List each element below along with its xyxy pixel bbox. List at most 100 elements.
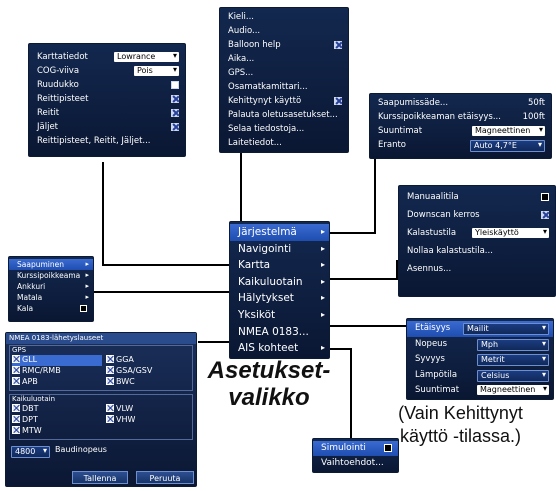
sonar-dbt-row[interactable]: DBT	[12, 404, 102, 415]
nopeus-row[interactable]: Nopeus Mph	[407, 337, 553, 353]
ruudukko-row[interactable]: Ruudukko	[29, 78, 185, 92]
dbt-checkbox[interactable]	[12, 404, 20, 412]
etaisyys-row[interactable]: Etäisyys Mailit	[407, 321, 553, 337]
lampotila-dropdown[interactable]: Celsius	[477, 369, 549, 382]
karttatiedot-row[interactable]: Karttatiedot Lowrance	[29, 50, 185, 64]
main-item-jarjestelma[interactable]: Järjestelmä ▸	[230, 224, 329, 241]
syvyys-dropdown[interactable]: Metrit	[477, 354, 549, 366]
sonar-vhw-row[interactable]: VHW	[106, 415, 192, 426]
reittipisteet-checkbox[interactable]	[171, 95, 179, 103]
gps-rmc-row[interactable]: RMC/RMB	[12, 366, 102, 377]
bwc-checkbox[interactable]	[106, 377, 114, 385]
reitit-checkbox[interactable]	[171, 109, 179, 117]
vlw-checkbox[interactable]	[106, 404, 114, 412]
karttatiedot-dropdown[interactable]: Lowrance	[114, 51, 179, 62]
kala-checkbox[interactable]	[80, 305, 87, 312]
alarm-item-saapuminen[interactable]: Saapuminen ▸	[9, 259, 93, 270]
sonar-dpt-row[interactable]: DPT	[12, 415, 102, 426]
sonar-mtw-row[interactable]: MTW	[12, 426, 102, 437]
gps-gga-row[interactable]: GGA	[106, 355, 192, 366]
apb-checkbox[interactable]	[12, 377, 20, 385]
downscan-checkbox[interactable]	[541, 211, 549, 219]
main-item-halytykset[interactable]: Hälytykset ▸	[230, 290, 329, 307]
eranto-row[interactable]: Eranto Auto 4,7°E	[370, 138, 551, 152]
system-item-kieli[interactable]: Kieli...	[220, 10, 348, 24]
nollaa-kalastustila-item[interactable]: Nollaa kalastustila...	[399, 242, 555, 260]
alarm-item-ankkuri[interactable]: Ankkuri ▸	[9, 281, 93, 292]
kurssipoikkeama-row[interactable]: Kurssipoikkeaman etäisyys... 100ft	[370, 110, 551, 124]
manuaalitila-checkbox[interactable]	[541, 193, 549, 201]
kalastustila-dropdown[interactable]: Yleiskäyttö	[472, 227, 549, 238]
gps-group: GPS GLL RMC/RMB APB GGA GSA/GSV BWC	[9, 345, 193, 391]
reittipisteet-reitit-jaljet-item[interactable]: Reittipisteet, Reitit, Jäljet...	[29, 134, 185, 148]
jaljet-checkbox[interactable]	[171, 123, 179, 131]
gps-bwc-row[interactable]: BWC	[106, 377, 192, 388]
asennus-item[interactable]: Asennus...	[399, 260, 555, 278]
main-item-navigointi[interactable]: Navigointi ▸	[230, 241, 329, 258]
main-item-ais[interactable]: AIS kohteet ▸	[230, 340, 329, 357]
jaljet-row[interactable]: Jäljet	[29, 120, 185, 134]
jaljet-label: Jäljet	[37, 122, 59, 132]
system-item-osamatkamittari[interactable]: Osamatkamittari...	[220, 80, 348, 94]
system-item-aika[interactable]: Aika...	[220, 52, 348, 66]
units-suuntimat-row[interactable]: Suuntimat Magneettinen	[407, 383, 553, 399]
gps-apb-row[interactable]: APB	[12, 377, 102, 388]
mtw-checkbox[interactable]	[12, 426, 20, 434]
syvyys-row[interactable]: Syvyys Metrit	[407, 352, 553, 368]
suuntimat-dropdown[interactable]: Magneettinen	[472, 126, 545, 136]
cancel-button[interactable]: Peruuta	[136, 471, 194, 484]
alarm-item-kurssipoikkeama[interactable]: Kurssipoikkeama ▸	[9, 270, 93, 281]
sonar-vlw-row[interactable]: VLW	[106, 404, 192, 415]
balloon-help-checkbox[interactable]	[334, 41, 342, 49]
etaisyys-label: Etäisyys	[415, 323, 451, 333]
save-button[interactable]: Tallenna	[72, 471, 128, 484]
etaisyys-dropdown[interactable]: Mailit	[463, 323, 549, 335]
lampotila-row[interactable]: Lämpötila Celsius	[407, 368, 553, 384]
cog-row[interactable]: COG-viiva Pois	[29, 64, 185, 78]
system-item-balloon-help[interactable]: Balloon help	[220, 38, 348, 52]
dpt-checkbox[interactable]	[12, 415, 20, 423]
gps-gll-row[interactable]: GLL	[12, 355, 102, 366]
reitit-row[interactable]: Reitit	[29, 106, 185, 120]
gll-checkbox[interactable]	[12, 355, 20, 363]
baud-dropdown[interactable]: 4800	[11, 446, 50, 458]
gsa-checkbox[interactable]	[106, 366, 114, 374]
system-item-laitetiedot[interactable]: Laitetiedot...	[220, 136, 348, 150]
caption-title-line1: Asetukset-	[207, 357, 331, 384]
rmc-checkbox[interactable]	[12, 366, 20, 374]
suuntimat-row[interactable]: Suuntimat Magneettinen	[370, 124, 551, 138]
main-item-yksikot[interactable]: Yksiköt ▸	[230, 307, 329, 324]
saapumissade-label: Saapumissäde...	[378, 98, 449, 108]
main-item-kartta[interactable]: Kartta ▸	[230, 257, 329, 274]
manuaalitila-row[interactable]: Manuaalitila	[399, 188, 555, 206]
alarm-item-matala[interactable]: Matala ▸	[9, 292, 93, 303]
bwc-label: BWC	[116, 377, 135, 386]
gps-gsa-row[interactable]: GSA/GSV	[106, 366, 192, 377]
units-suuntimat-dropdown[interactable]: Magneettinen	[477, 385, 549, 395]
system-item-audio[interactable]: Audio...	[220, 24, 348, 38]
cog-dropdown[interactable]: Pois	[134, 65, 179, 76]
system-item-palauta[interactable]: Palauta oletusasetukset...	[220, 108, 348, 122]
saapumissade-value: 50ft	[528, 98, 545, 108]
alarm-item-kala[interactable]: Kala	[9, 303, 93, 314]
nopeus-dropdown[interactable]: Mph	[477, 338, 549, 351]
suuntimat-label: Suuntimat	[378, 126, 423, 136]
gga-checkbox[interactable]	[106, 355, 114, 363]
main-item-label: Yksiköt	[238, 308, 276, 321]
system-item-gps[interactable]: GPS...	[220, 66, 348, 80]
reittipisteet-row[interactable]: Reittipisteet	[29, 92, 185, 106]
main-item-nmea[interactable]: NMEA 0183...	[230, 324, 329, 341]
kalastustila-row[interactable]: Kalastustila Yleiskäyttö	[399, 224, 555, 242]
system-item-kehittynyt[interactable]: Kehittynyt käyttö	[220, 94, 348, 108]
kehittynyt-checkbox[interactable]	[334, 97, 342, 105]
downscan-row[interactable]: Downscan kerros	[399, 206, 555, 224]
lampotila-label: Lämpötila	[415, 369, 458, 380]
main-item-kaikuluotain[interactable]: Kaikuluotain ▸	[230, 274, 329, 291]
vaihtoehdot-item[interactable]: Vaihtoehdot...	[313, 456, 398, 471]
system-item-selaa[interactable]: Selaa tiedostoja...	[220, 122, 348, 136]
main-item-label: Hälytykset	[238, 292, 294, 305]
vhw-checkbox[interactable]	[106, 415, 114, 423]
eranto-dropdown[interactable]: Auto 4,7°E	[470, 140, 545, 152]
saapumissade-row[interactable]: Saapumissäde... 50ft	[370, 96, 551, 110]
ruudukko-checkbox[interactable]	[171, 81, 179, 89]
